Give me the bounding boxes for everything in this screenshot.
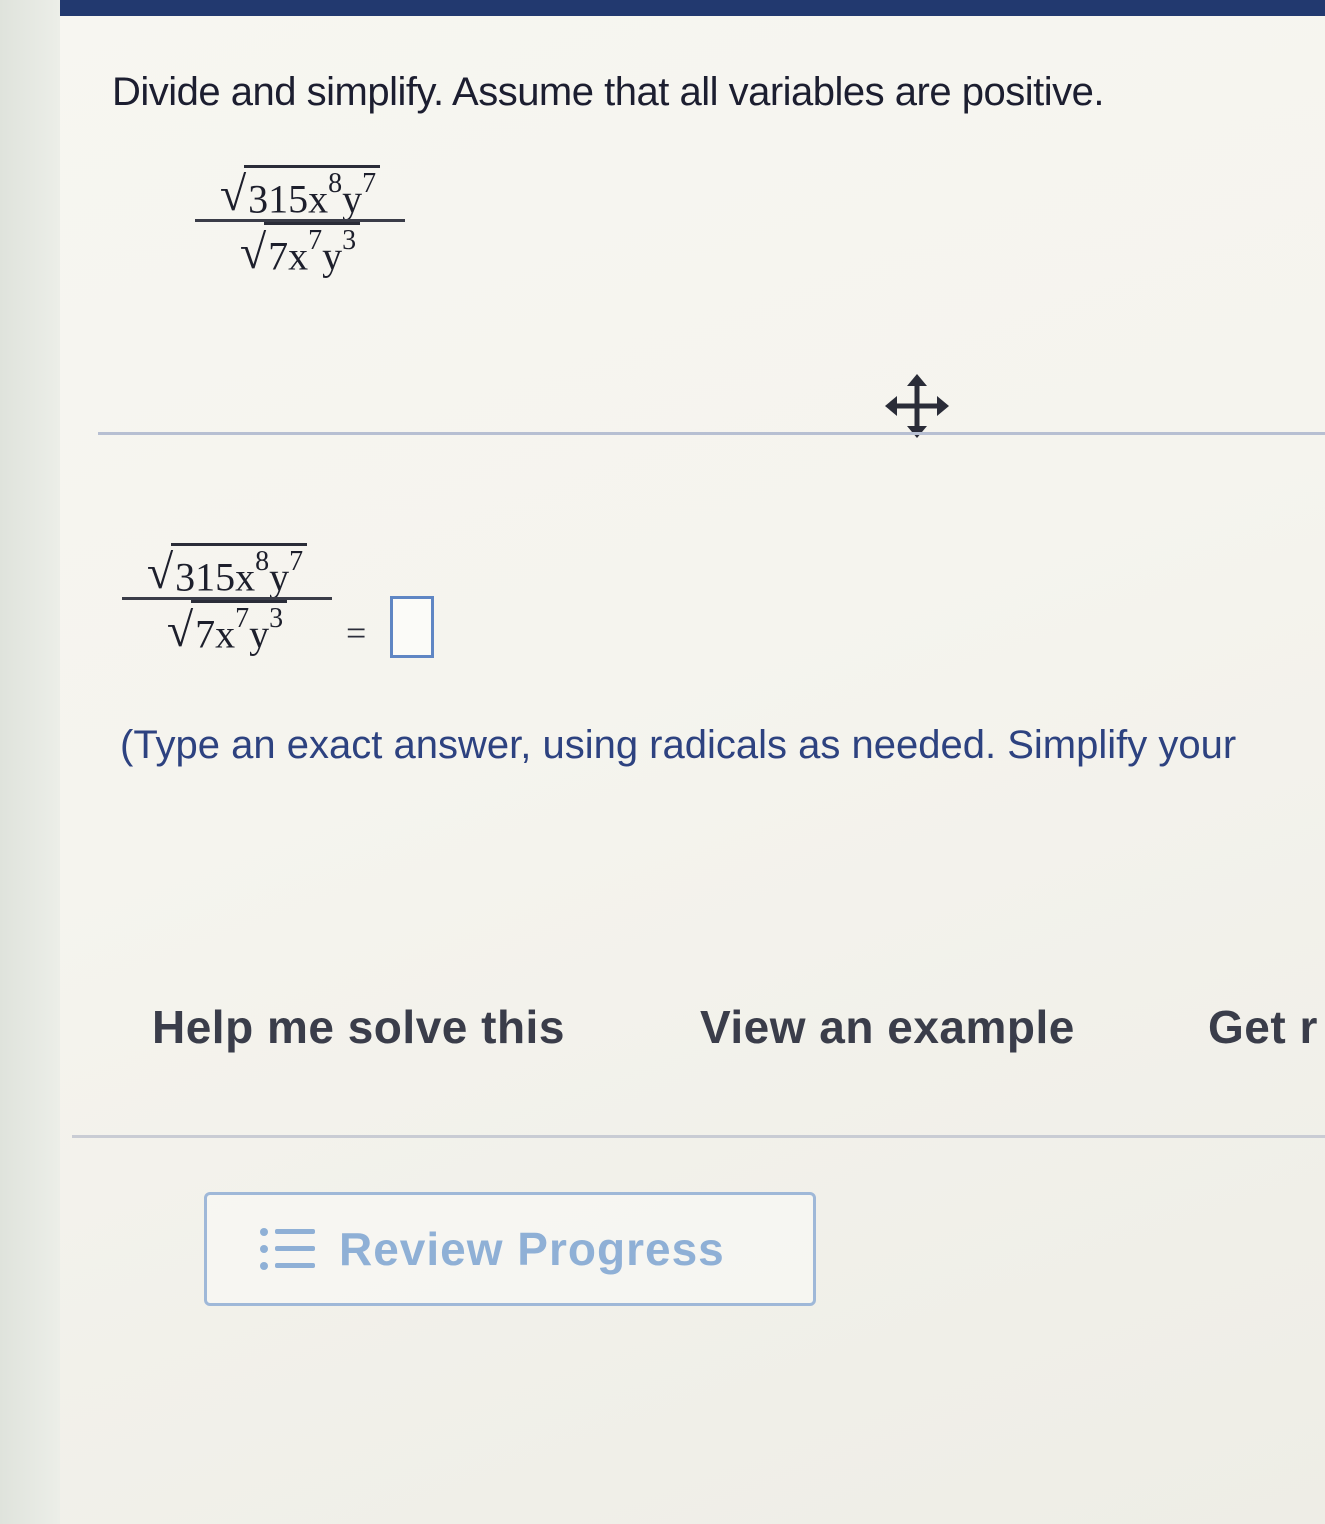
denominator-radical: √ 7x7y3	[239, 222, 361, 279]
denominator-y: y	[322, 233, 343, 279]
answer-numerator: √ 315x8y7	[137, 543, 317, 597]
section-divider	[72, 1135, 1325, 1138]
denominator-x-exponent: 7	[308, 225, 323, 257]
get-more-help-button[interactable]: Get r	[1208, 1000, 1318, 1054]
answer-numerator-y-exponent: 7	[289, 546, 304, 577]
problem-expression: √ 315x8y7 √ 7x7y3	[195, 165, 405, 277]
radical-sign-icon: √	[166, 603, 194, 657]
problem-instruction: Divide and simplify. Assume that all var…	[112, 70, 1104, 114]
radical-sign-icon: √	[146, 546, 174, 600]
answer-numerator-x-exponent: 8	[255, 546, 270, 577]
answer-expression: √ 315x8y7 √ 7x7y3	[122, 543, 332, 655]
list-icon	[260, 1228, 315, 1270]
answer-numerator-coefficient: 315x	[175, 554, 256, 600]
radical-sign-icon: √	[219, 168, 247, 222]
move-arrows-icon[interactable]	[883, 372, 951, 440]
answer-denominator-x-exponent: 7	[235, 603, 250, 635]
radical-sign-icon: √	[239, 225, 267, 279]
help-me-solve-button[interactable]: Help me solve this	[152, 1000, 565, 1054]
section-divider	[98, 432, 1325, 435]
answer-numerator-y: y	[269, 554, 290, 600]
answer-input-box[interactable]	[390, 596, 434, 658]
answer-denominator: √ 7x7y3	[157, 600, 297, 654]
numerator-y: y	[342, 176, 363, 222]
numerator-y-exponent: 7	[362, 168, 377, 199]
review-progress-button[interactable]: Review Progress	[204, 1192, 816, 1306]
expression-denominator: √ 7x7y3	[230, 222, 370, 276]
equals-sign: =	[346, 613, 367, 653]
denominator-y-exponent: 3	[342, 225, 357, 257]
numerator-radical: √ 315x8y7	[219, 165, 381, 222]
answer-denominator-radical: √ 7x7y3	[166, 600, 288, 657]
answer-denominator-coefficient: 7x	[195, 611, 236, 657]
numerator-x-exponent: 8	[328, 168, 343, 199]
answer-hint: (Type an exact answer, using radicals as…	[120, 723, 1237, 767]
expression-numerator: √ 315x8y7	[210, 165, 390, 219]
top-header-bar	[60, 0, 1325, 16]
left-panel-edge	[0, 0, 60, 1524]
answer-numerator-radical: √ 315x8y7	[146, 543, 308, 600]
answer-denominator-y: y	[249, 611, 270, 657]
view-example-button[interactable]: View an example	[700, 1000, 1075, 1054]
review-progress-label: Review Progress	[339, 1223, 725, 1275]
numerator-coefficient: 315x	[248, 176, 329, 222]
answer-denominator-y-exponent: 3	[269, 603, 284, 635]
denominator-coefficient: 7x	[268, 233, 309, 279]
